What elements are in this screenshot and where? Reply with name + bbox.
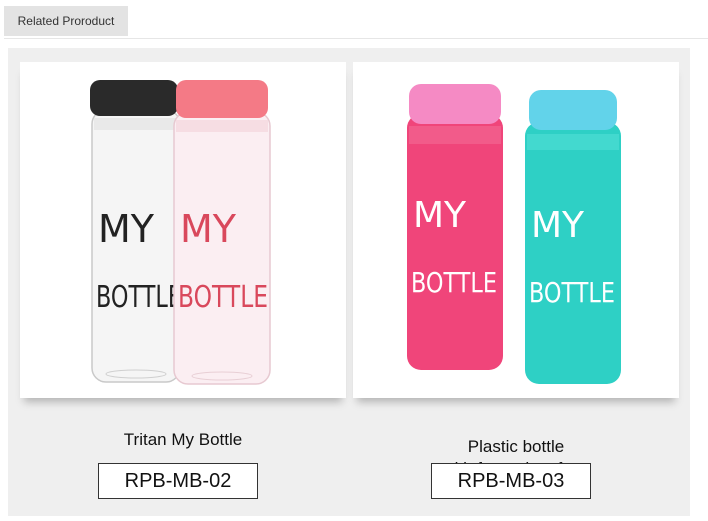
product-name[interactable]: Tritan My Bottle — [20, 429, 346, 451]
bottle-print-line2: BOTTLE — [529, 276, 615, 309]
product-code-box: RPB-MB-02 — [98, 463, 258, 499]
product-code: RPB-MB-03 — [457, 470, 565, 492]
cap — [90, 80, 178, 116]
tab-divider — [4, 38, 708, 39]
related-products-panel: MY BOTTLE MY BOTTLE Tritan My Bottle RPB — [8, 48, 690, 516]
clear-bottles-illustration: MY BOTTLE MY BOTTLE — [90, 80, 271, 385]
product-card[interactable]: MY BOTTLE MY BOTTLE Tritan My Bottle RPB — [20, 62, 346, 510]
teal-frosted-bottle: MY BOTTLE — [525, 90, 621, 384]
clear-bottle: MY BOTTLE — [90, 80, 182, 383]
bottle-print-line2: BOTTLE — [96, 280, 182, 315]
pink-clear-bottle: MY BOTTLE — [173, 80, 271, 385]
cap — [409, 84, 501, 124]
tab-related-product[interactable]: Related Proroduct — [4, 6, 128, 36]
bottle-print-line2: BOTTLE — [178, 280, 268, 315]
bottle-print-line2: BOTTLE — [411, 266, 497, 299]
bottle-print-line1: MY — [413, 195, 467, 236]
bottle-print-line1: MY — [180, 207, 237, 251]
product-code: RPB-MB-02 — [124, 470, 232, 492]
cap — [529, 90, 617, 130]
bottle-print-line1: MY — [98, 207, 155, 251]
product-name-text: Tritan My Bottle — [123, 430, 243, 449]
bottle-print-line1: MY — [531, 205, 585, 246]
tab-bar: Related Proroduct — [0, 0, 708, 40]
product-image[interactable]: MY BOTTLE MY BOTTLE — [20, 62, 346, 398]
product-code-box: RPB-MB-03 — [431, 463, 591, 499]
frosted-bottles-illustration: MY BOTTLE MY BOTTLE — [407, 84, 621, 384]
cap — [176, 80, 268, 118]
product-image[interactable]: MY BOTTLE MY BOTTLE — [353, 62, 679, 398]
product-card[interactable]: MY BOTTLE MY BOTTLE Plastic bottle with … — [353, 62, 679, 510]
pink-frosted-bottle: MY BOTTLE — [407, 84, 503, 370]
